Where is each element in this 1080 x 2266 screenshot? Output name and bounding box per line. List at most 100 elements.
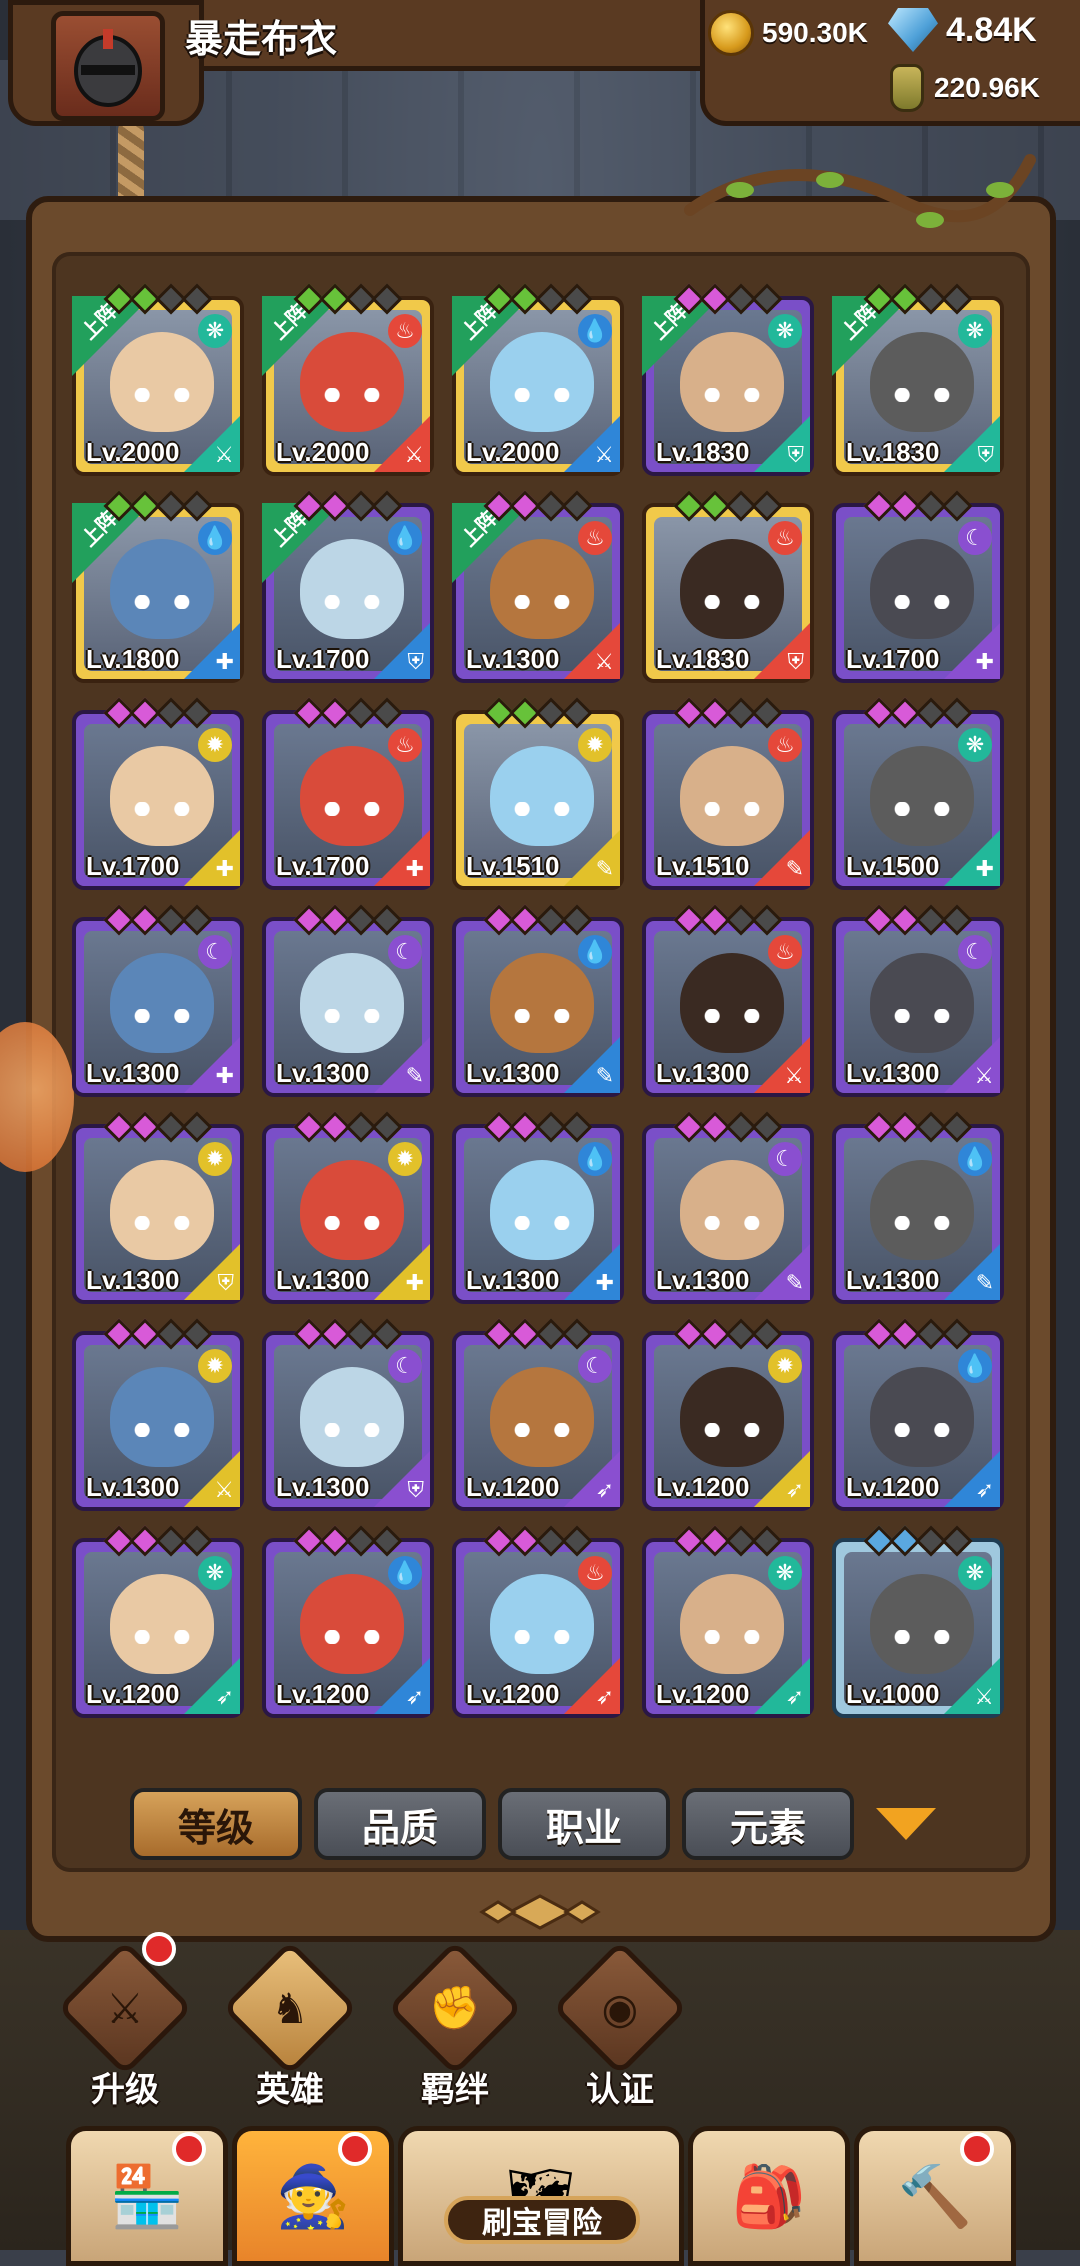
hero-card[interactable]: ☾ ✎ Lv.1300 bbox=[262, 904, 434, 1097]
tab-bonds[interactable]: ✊ 羁绊 bbox=[387, 1940, 523, 2111]
hero-card[interactable]: ☾ ✚ Lv.1700 bbox=[832, 490, 1004, 683]
tab-bonds-diamond: ✊ bbox=[387, 1940, 523, 2076]
hero-level: Lv.1200 bbox=[466, 1679, 560, 1709]
hero-card[interactable]: ♨ ✚ Lv.1700 bbox=[262, 697, 434, 890]
light-element-icon: ✹ bbox=[388, 1142, 422, 1176]
hero-card[interactable]: ☾ ✚ Lv.1300 bbox=[72, 904, 244, 1097]
hero-card[interactable]: 💧 ➶ Lv.1200 bbox=[832, 1318, 1004, 1511]
hero-card[interactable]: ✹ ➶ Lv.1200 bbox=[642, 1318, 814, 1511]
hero-card[interactable]: 上阵 ♨ ⚔ Lv.2000 bbox=[262, 283, 434, 476]
hero-card[interactable]: 上阵 💧 ✚ Lv.1800 bbox=[72, 490, 244, 683]
hero-stars bbox=[863, 697, 973, 729]
hero-card[interactable]: ♨ ⛨ Lv.1830 bbox=[642, 490, 814, 683]
hero-portrait bbox=[110, 1367, 214, 1467]
nav-bag[interactable]: 🎒 bbox=[688, 2126, 850, 2266]
hero-card[interactable]: ✹ ✎ Lv.1510 bbox=[452, 697, 624, 890]
hero-card[interactable]: ☾ ✎ Lv.1300 bbox=[642, 1111, 814, 1304]
hero-card[interactable]: ✹ ✚ Lv.1700 bbox=[72, 697, 244, 890]
star-icon bbox=[941, 490, 973, 522]
wind-element-icon: ❋ bbox=[768, 1556, 802, 1590]
potion-counter[interactable]: 220.96K bbox=[890, 64, 1040, 112]
star-icon bbox=[181, 490, 213, 522]
hero-card[interactable]: ✹ ✚ Lv.1300 bbox=[262, 1111, 434, 1304]
gold-counter[interactable]: 590.30K bbox=[708, 10, 868, 56]
hero-card[interactable]: ❋ ➶ Lv.1200 bbox=[72, 1525, 244, 1718]
water-element-icon: 💧 bbox=[958, 1349, 992, 1383]
hero-card[interactable]: 💧 ➶ Lv.1200 bbox=[262, 1525, 434, 1718]
hero-card[interactable]: 上阵 💧 ⛨ Lv.1700 bbox=[262, 490, 434, 683]
hero-card[interactable]: 上阵 ❋ ⛨ Lv.1830 bbox=[642, 283, 814, 476]
hero-portrait bbox=[490, 332, 594, 432]
hero-card[interactable]: ✹ ⛨ Lv.1300 bbox=[72, 1111, 244, 1304]
hero-portrait bbox=[680, 1367, 784, 1467]
hero-level: Lv.1830 bbox=[656, 437, 750, 467]
sort-quality-button[interactable]: 品质 bbox=[314, 1788, 486, 1860]
hero-card[interactable]: 💧 ✎ Lv.1300 bbox=[452, 904, 624, 1097]
sort-level-button[interactable]: 等级 bbox=[130, 1788, 302, 1860]
light-element-icon: ✹ bbox=[198, 1349, 232, 1383]
hero-card[interactable]: 💧 ✚ Lv.1300 bbox=[452, 1111, 624, 1304]
dark-element-icon: ☾ bbox=[388, 935, 422, 969]
star-icon bbox=[941, 283, 973, 315]
wind-element-icon: ❋ bbox=[958, 314, 992, 348]
hero-stars bbox=[483, 1111, 593, 1143]
hero-eyes bbox=[511, 595, 573, 609]
hero-level: Lv.1200 bbox=[276, 1679, 370, 1709]
hero-stars bbox=[863, 1318, 973, 1350]
hero-portrait bbox=[490, 746, 594, 846]
wind-element-icon: ❋ bbox=[958, 1556, 992, 1590]
avatar[interactable] bbox=[51, 11, 165, 121]
dark-element-icon: ☾ bbox=[958, 935, 992, 969]
star-icon bbox=[751, 904, 783, 936]
hero-card[interactable]: ☾ ➶ Lv.1200 bbox=[452, 1318, 624, 1511]
hero-card[interactable]: ♨ ➶ Lv.1200 bbox=[452, 1525, 624, 1718]
dark-element-icon: ☾ bbox=[388, 1349, 422, 1383]
sort-class-button[interactable]: 职业 bbox=[498, 1788, 670, 1860]
tab-upgrade[interactable]: ⚔ 升级 bbox=[57, 1940, 193, 2111]
water-element-icon: 💧 bbox=[578, 1142, 612, 1176]
gem-counter[interactable]: 4.84K bbox=[888, 8, 1037, 52]
fire-element-icon: ♨ bbox=[768, 935, 802, 969]
shop-icon: 🏪 bbox=[109, 2162, 185, 2230]
knight-helmet-icon bbox=[74, 29, 142, 107]
hero-card[interactable]: 上阵 ♨ ⚔ Lv.1300 bbox=[452, 490, 624, 683]
hero-eyes bbox=[131, 802, 193, 816]
adventure-label: 刷宝冒险 bbox=[444, 2196, 640, 2244]
hero-card[interactable]: ♨ ⚔ Lv.1300 bbox=[642, 904, 814, 1097]
hero-card[interactable]: ♨ ✎ Lv.1510 bbox=[642, 697, 814, 890]
chevron-down-icon[interactable] bbox=[876, 1808, 936, 1840]
hero-card[interactable]: 上阵 ❋ ⚔ Lv.2000 bbox=[72, 283, 244, 476]
water-element-icon: 💧 bbox=[388, 1556, 422, 1590]
hero-card[interactable]: ❋ ➶ Lv.1200 bbox=[642, 1525, 814, 1718]
star-icon bbox=[751, 490, 783, 522]
light-element-icon: ✹ bbox=[578, 728, 612, 762]
hero-card[interactable]: ☾ ⚔ Lv.1300 bbox=[832, 904, 1004, 1097]
hero-level: Lv.1200 bbox=[846, 1472, 940, 1502]
hero-card[interactable]: ❋ ✚ Lv.1500 bbox=[832, 697, 1004, 890]
hero-card[interactable]: 上阵 💧 ⚔ Lv.2000 bbox=[452, 283, 624, 476]
hero-card[interactable]: ❋ ⚔ Lv.1000 bbox=[832, 1525, 1004, 1718]
hero-portrait bbox=[680, 1574, 784, 1674]
hero-portrait bbox=[490, 539, 594, 639]
hero-card[interactable]: 💧 ✎ Lv.1300 bbox=[832, 1111, 1004, 1304]
water-element-icon: 💧 bbox=[578, 314, 612, 348]
hero-card[interactable]: ☾ ⛨ Lv.1300 bbox=[262, 1318, 434, 1511]
hero-eyes bbox=[891, 1630, 953, 1644]
sort-element-button[interactable]: 元素 bbox=[682, 1788, 854, 1860]
star-icon bbox=[371, 1525, 403, 1557]
light-element-icon: ✹ bbox=[198, 728, 232, 762]
hero-card[interactable]: ✹ ⚔ Lv.1300 bbox=[72, 1318, 244, 1511]
hero-eyes bbox=[131, 1423, 193, 1437]
tab-certify[interactable]: ◉ 认证 bbox=[552, 1940, 688, 2111]
hero-portrait bbox=[300, 1160, 404, 1260]
avatar-frame[interactable] bbox=[8, 0, 204, 126]
hero-eyes bbox=[701, 388, 763, 402]
water-element-icon: 💧 bbox=[198, 521, 232, 555]
hero-stars bbox=[483, 283, 593, 315]
tab-heroes[interactable]: ♞ 英雄 bbox=[222, 1940, 358, 2111]
hero-portrait bbox=[300, 953, 404, 1053]
hero-stars bbox=[673, 904, 783, 936]
star-icon bbox=[371, 904, 403, 936]
hero-card[interactable]: 上阵 ❋ ⛨ Lv.1830 bbox=[832, 283, 1004, 476]
hero-portrait bbox=[110, 539, 214, 639]
